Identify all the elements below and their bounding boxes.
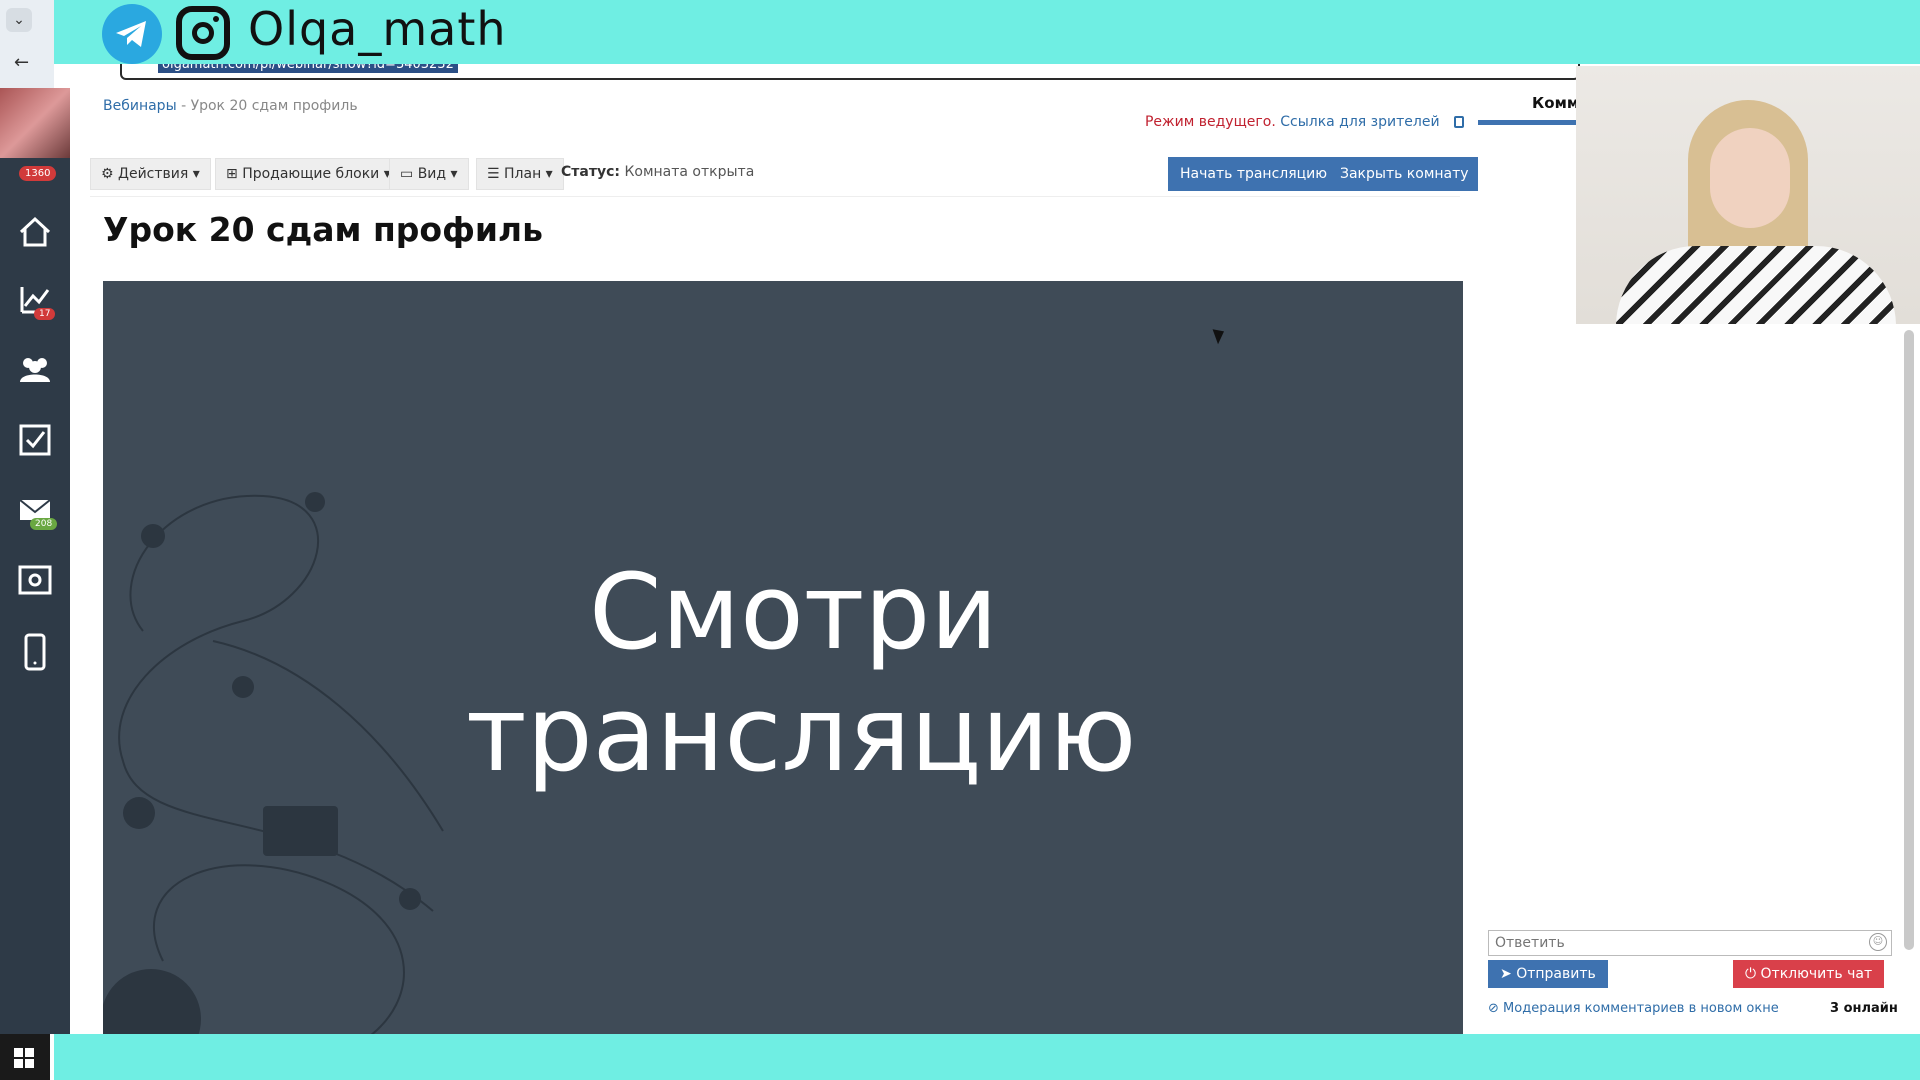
overlay-banner-bottom bbox=[54, 1034, 1920, 1080]
actions-label: Действия bbox=[118, 166, 189, 182]
stats-badge: 17 bbox=[34, 308, 56, 320]
selling-blocks-dropdown[interactable]: ⊞ Продающие блоки ▾ bbox=[215, 158, 402, 190]
close-room-button[interactable]: Закрыть комнату bbox=[1328, 157, 1481, 191]
copy-icon[interactable] bbox=[1454, 116, 1464, 128]
monitor-icon: ▭ bbox=[400, 166, 418, 182]
room-status: Статус: Комната открыта bbox=[561, 164, 754, 180]
sidebar-item-home[interactable] bbox=[0, 200, 70, 266]
disable-chat-label: Отключить чат bbox=[1760, 966, 1873, 982]
browser-controls: ⌄ ← bbox=[0, 0, 54, 88]
paper-plane-icon: ➤ bbox=[1500, 966, 1517, 982]
host-mode-label: Режим ведущего. bbox=[1144, 114, 1276, 130]
start-broadcast-button[interactable]: Начать трансляцию bbox=[1168, 157, 1340, 191]
sidebar-item-mobile[interactable] bbox=[0, 618, 70, 684]
emoji-icon[interactable]: ☺ bbox=[1869, 933, 1887, 951]
sidebar-item-stats[interactable]: 17 bbox=[0, 268, 70, 334]
list-icon: ☰ bbox=[487, 166, 505, 182]
toolbar-divider bbox=[90, 196, 1460, 197]
notification-count: 1360 bbox=[19, 166, 57, 181]
plan-label: План bbox=[504, 166, 542, 182]
webcam-person-body bbox=[1616, 246, 1896, 324]
selling-blocks-label: Продающие блоки bbox=[242, 166, 380, 182]
home-icon bbox=[19, 216, 51, 247]
moderation-link[interactable]: ⊘ Модерация комментариев в новом окне bbox=[1488, 1001, 1779, 1016]
decorative-curves bbox=[103, 492, 444, 1034]
breadcrumb-webinars-link[interactable]: Вебинары bbox=[103, 98, 177, 114]
windows-start-button[interactable] bbox=[0, 1034, 50, 1080]
disable-chat-button[interactable]: ⏻ Отключить чат bbox=[1733, 960, 1885, 988]
view-label: Вид bbox=[417, 166, 447, 182]
school-logo[interactable] bbox=[0, 88, 70, 158]
users-icon bbox=[20, 358, 50, 382]
status-label: Статус: bbox=[561, 164, 620, 180]
webcam-person-face bbox=[1710, 128, 1790, 228]
sidebar-item-users[interactable] bbox=[0, 338, 70, 404]
instagram-icon bbox=[176, 6, 230, 60]
moderation-label: Модерация комментариев в новом окне bbox=[1503, 1001, 1779, 1016]
plan-dropdown[interactable]: ☰ План ▾ bbox=[476, 158, 564, 190]
windows-icon bbox=[14, 1048, 34, 1068]
viewer-link[interactable]: Ссылка для зрителей bbox=[1280, 114, 1439, 130]
page-title: Урок 20 сдам профиль bbox=[103, 210, 543, 249]
sidebar-item-mail[interactable]: 208 bbox=[0, 478, 70, 544]
placeholder-line-1: Смотри bbox=[589, 551, 998, 673]
tab-list-chevron-icon[interactable]: ⌄ bbox=[6, 8, 32, 32]
webcam-overlay bbox=[1576, 66, 1920, 324]
phone-icon bbox=[24, 633, 46, 671]
sidebar-item-tasks[interactable] bbox=[0, 408, 70, 474]
send-label: Отправить bbox=[1516, 966, 1596, 982]
actions-dropdown[interactable]: ⚙ Действия ▾ bbox=[90, 158, 211, 190]
ban-icon: ⊘ bbox=[1488, 1001, 1504, 1016]
breadcrumb: Вебинары - Урок 20 сдам профиль bbox=[103, 98, 358, 114]
brand-name: Olqa_math bbox=[248, 2, 507, 56]
breadcrumb-current: Урок 20 сдам профиль bbox=[190, 98, 358, 114]
placeholder-line-2: трансляцию bbox=[466, 673, 1137, 795]
status-value: Комната открыта bbox=[624, 164, 755, 180]
reply-input[interactable] bbox=[1488, 930, 1892, 956]
power-icon: ⏻ bbox=[1745, 966, 1761, 982]
back-arrow-icon[interactable]: ← bbox=[14, 52, 29, 73]
checkbox-icon bbox=[19, 424, 51, 456]
stream-player[interactable]: Смотри трансляцию bbox=[103, 281, 1463, 1034]
send-button[interactable]: ➤ Отправить bbox=[1488, 960, 1608, 988]
sidebar-item-settings[interactable] bbox=[0, 548, 70, 614]
settings-icon bbox=[18, 565, 52, 595]
mail-badge: 208 bbox=[30, 518, 58, 530]
view-dropdown[interactable]: ▭ Вид ▾ bbox=[389, 158, 469, 190]
active-tab-underline bbox=[1478, 120, 1578, 125]
host-mode-line: Режим ведущего. Ссылка для зрителей bbox=[1145, 114, 1464, 130]
chat-scrollbar[interactable] bbox=[1904, 330, 1914, 950]
breadcrumb-separator: - bbox=[176, 98, 191, 114]
left-sidebar: 1360 17 208 bbox=[0, 88, 70, 1034]
online-count: 3 онлайн bbox=[1830, 1001, 1898, 1016]
gears-icon: ⚙ bbox=[101, 166, 119, 182]
grid-icon: ⊞ bbox=[226, 166, 243, 182]
telegram-icon bbox=[102, 4, 162, 64]
